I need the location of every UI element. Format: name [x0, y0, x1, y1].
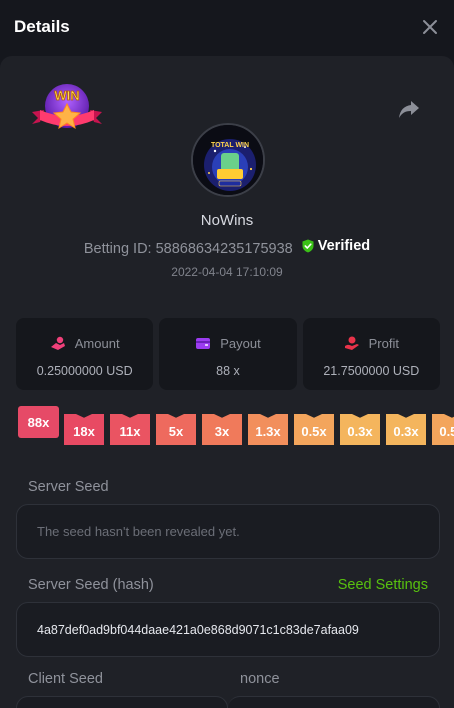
multiplier-tile: 1.3x — [248, 414, 288, 445]
multiplier-tile: 0.5x — [432, 414, 454, 445]
hand-coin-icon — [344, 336, 359, 350]
multiplier-strip: 88x18x11x5x3x1.3x0.5x0.3x0.3x0.5x — [18, 406, 454, 450]
verified-label: Verified — [317, 238, 371, 254]
multiplier-tile: 0.3x — [386, 414, 426, 445]
stat-amount: Amount 0.25000000 USD — [16, 318, 154, 390]
page-title: Details — [14, 17, 70, 36]
multiplier-tile: 11x — [110, 414, 150, 445]
stat-amount-value: 0.25000000 USD — [36, 364, 133, 378]
multiplier-tile: 0.3x — [340, 414, 380, 445]
stat-profit-label: Profit — [368, 335, 399, 351]
wallet-icon — [196, 338, 211, 349]
stat-profit-value: 21.7500000 USD — [323, 364, 420, 378]
seed-settings-link[interactable]: Seed Settings — [338, 577, 428, 593]
nonce-field[interactable] — [228, 696, 440, 708]
multiplier-tile: 88x — [18, 406, 59, 438]
details-panel: WIN TOTAL WIN NoWins Betting ID: 5886863… — [0, 56, 454, 708]
betting-id-row: Betting ID: 58868634235175938 Verified — [0, 238, 454, 257]
game-thumbnail-image: TOTAL WIN — [193, 125, 263, 195]
stat-payout: Payout 88 x — [159, 318, 297, 390]
game-thumbnail: TOTAL WIN — [191, 123, 265, 197]
win-badge-text: WIN — [54, 88, 79, 103]
server-seed-hash-field[interactable]: 4a87def0ad9bf044daae421a0e868d9071c1c83d… — [16, 602, 440, 657]
multiplier-tile: 3x — [202, 414, 242, 445]
stat-profit: Profit 21.7500000 USD — [302, 318, 440, 390]
betting-id-value: 58868634235175938 — [155, 241, 293, 257]
stat-amount-label: Amount — [74, 335, 120, 351]
multiplier-tile: 18x — [64, 414, 104, 445]
bet-timestamp: 2022-04-04 17:10:09 — [171, 265, 283, 279]
game-thumbnail-text: TOTAL WIN — [211, 142, 249, 149]
username: NoWins — [200, 212, 254, 229]
share-icon[interactable] — [398, 98, 420, 120]
server-seed-hash-label: Server Seed (hash) — [28, 577, 154, 593]
server-seed-field[interactable]: The seed hasn't been revealed yet. — [16, 504, 440, 559]
nonce-label: nonce — [240, 671, 280, 687]
client-seed-label: Client Seed — [28, 671, 103, 687]
server-seed-label: Server Seed — [28, 479, 109, 495]
multiplier-tile: 0.5x — [294, 414, 334, 445]
multiplier-tile: 5x — [156, 414, 196, 445]
client-seed-field[interactable] — [16, 696, 228, 708]
stat-payout-value: 88 x — [216, 364, 240, 378]
details-header: Details — [0, 0, 454, 56]
win-badge-icon: WIN — [32, 84, 102, 130]
stat-payout-label: Payout — [220, 335, 261, 351]
close-icon[interactable] — [420, 17, 440, 37]
shield-check-icon — [302, 239, 314, 253]
verified-badge: Verified — [301, 238, 370, 254]
betting-id-label: Betting ID: — [83, 241, 152, 257]
coins-icon — [50, 336, 65, 350]
bet-stats: Amount 0.25000000 USD Payout 88 x Profit… — [16, 318, 440, 390]
